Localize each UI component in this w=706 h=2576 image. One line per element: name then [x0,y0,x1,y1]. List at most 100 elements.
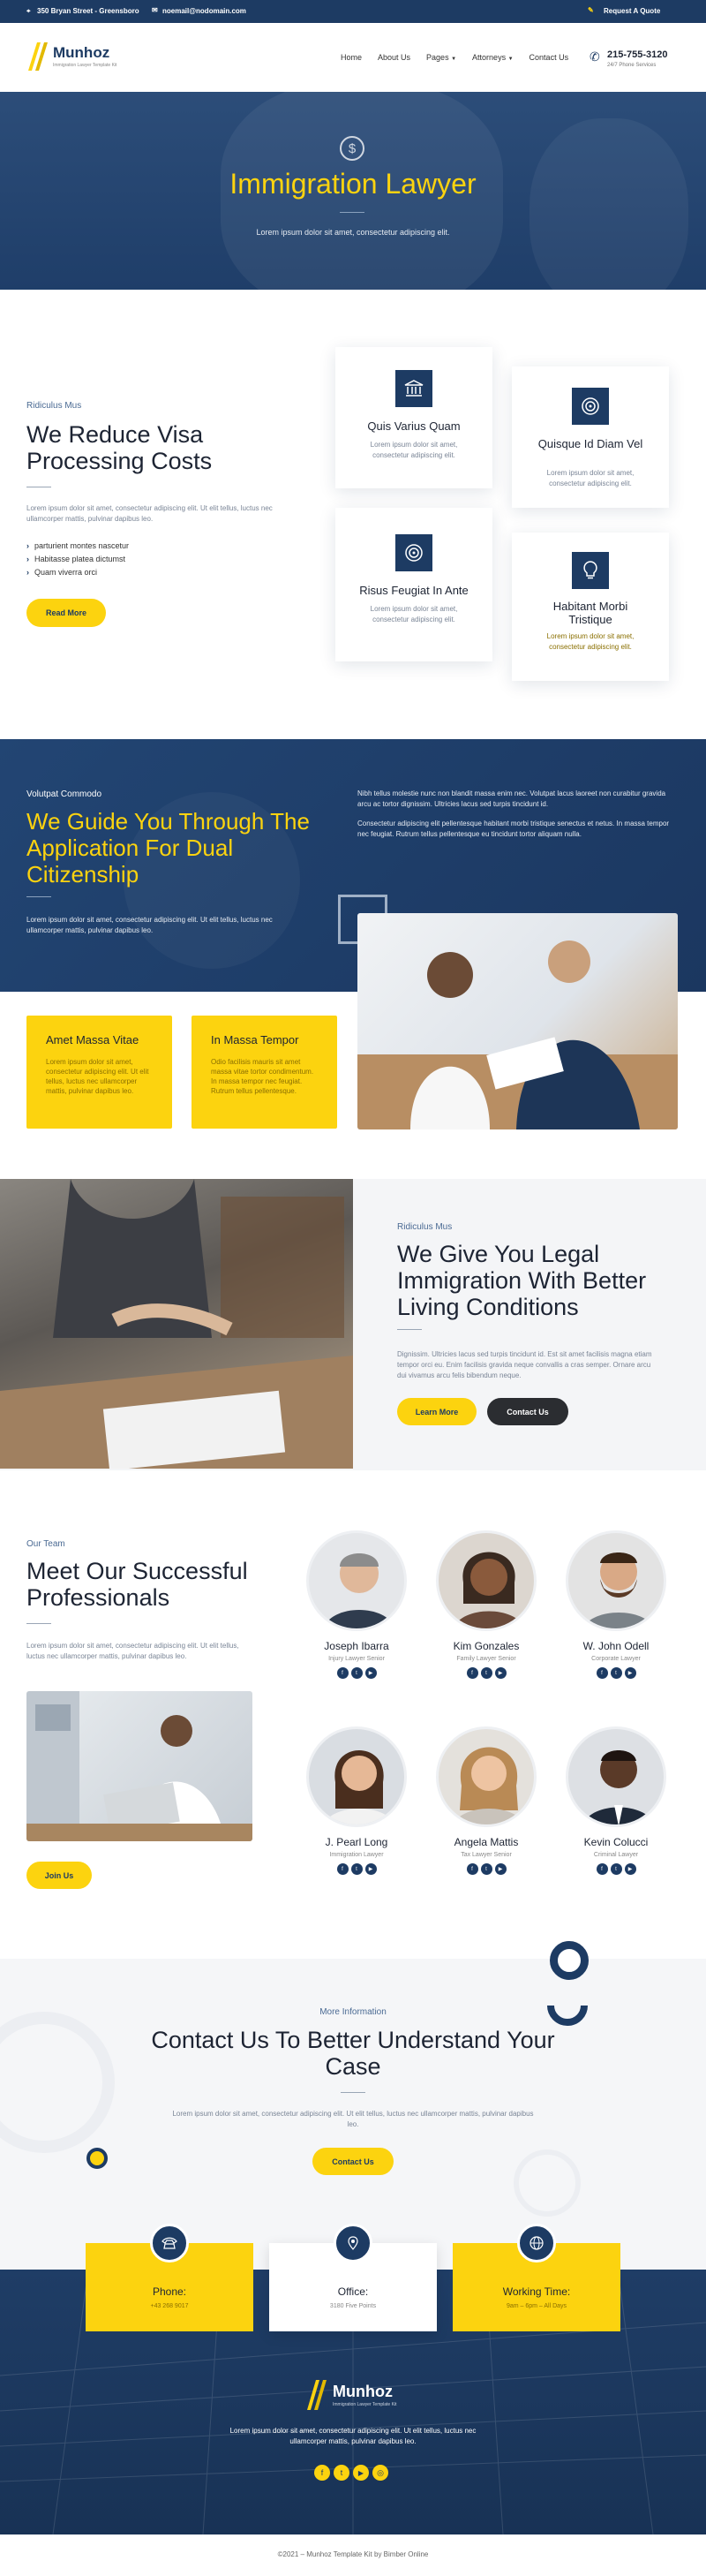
visa-kicker: Ridiculus Mus [26,401,82,411]
youtube-icon[interactable]: ▶ [494,1667,507,1679]
member-name: W. John Odell [582,1640,650,1652]
footer-logo-icon[interactable] [305,2378,328,2412]
twitter-icon[interactable]: t [480,1667,492,1679]
hero-divider [340,212,364,213]
learn-more-button[interactable]: Learn More [397,1398,477,1425]
member-name: J. Pearl Long [325,1836,388,1848]
card-text: Lorem ipsum dolor sit amet, consectetur … [370,605,458,623]
social-links: f t ▶ [304,1863,409,1875]
nav-about[interactable]: About Us [378,53,410,62]
twitter-icon[interactable]: t [350,1863,363,1875]
brand-name[interactable]: Munhoz [53,44,109,62]
team-member[interactable]: Kim Gonzales Family Lawyer Senior f t ▶ [433,1530,539,1679]
info-title: Phone: [152,2285,187,2298]
twitter-icon[interactable]: t [610,1863,622,1875]
bulb-icon [572,552,609,589]
card-text: Lorem ipsum dolor sit amet, consectetur … [546,469,635,487]
join-us-button[interactable]: Join Us [26,1862,92,1889]
youtube-icon[interactable]: ▶ [353,2465,369,2481]
team-member[interactable]: J. Pearl Long Immigration Lawyer f t ▶ [304,1726,409,1875]
service-card[interactable]: Quisque Id Diam Vel Lorem ipsum dolor si… [512,366,669,508]
info-value: +43 268 9017 [150,2303,189,2309]
topbar-email[interactable]: noemail@nodomain.com [162,7,246,15]
service-card-highlighted[interactable]: Habitant Morbi Tristique Lorem ipsum dol… [512,533,669,681]
facebook-icon[interactable]: f [336,1863,349,1875]
legal-kicker: Ridiculus Mus [397,1222,453,1232]
header-phone[interactable]: 215-755-3120 [607,49,668,60]
chat-icon: ✎ [588,6,594,14]
team-member[interactable]: Joseph Ibarra Injury Lawyer Senior f t ▶ [304,1530,409,1679]
facebook-icon[interactable]: f [466,1863,478,1875]
card-title: Quisque Id Diam Vel [537,437,643,450]
youtube-icon[interactable]: ▶ [364,1667,377,1679]
avatar [436,1530,537,1631]
team-member[interactable]: Kevin Colucci Criminal Lawyer f t ▶ [563,1726,669,1875]
nav-pages[interactable]: Pages ▼ [426,53,456,62]
dual-title: We Guide You Through The Application For… [26,808,310,888]
consultation-photo [357,913,678,1129]
social-links: f t ▶ [433,1667,539,1679]
read-more-button[interactable]: Read More [26,599,106,627]
facebook-icon[interactable]: f [596,1667,608,1679]
office-photo [26,1691,252,1841]
deco-dot [86,2148,108,2169]
youtube-icon[interactable]: ▶ [364,1863,377,1875]
contact-us-button[interactable]: Contact Us [487,1398,568,1425]
handshake-photo [0,1179,353,1469]
member-role: Tax Lawyer Senior [461,1852,512,1858]
hero-bg-figure-2 [530,118,688,290]
facebook-icon[interactable]: f [314,2465,330,2481]
facebook-icon[interactable]: f [596,1863,608,1875]
member-name: Angela Mattis [454,1836,519,1848]
phone-icon: ✆ [590,49,600,64]
logo-icon[interactable] [26,41,49,72]
youtube-icon[interactable]: ▶ [624,1863,636,1875]
nav-contact[interactable]: Contact Us [530,53,569,62]
hero-subtitle: Lorem ipsum dolor sit amet, consectetur … [256,228,450,237]
info-title: Working Time: [502,2285,571,2298]
facebook-icon[interactable]: f [466,1667,478,1679]
member-role: Corporate Lawyer [591,1656,641,1662]
feature-text: Lorem ipsum dolor sit amet, consectetur … [46,1058,149,1095]
feature-title: Amet Massa Vitae [46,1033,139,1046]
globe-icon [517,2224,556,2262]
twitter-icon[interactable]: t [350,1667,363,1679]
feature-box[interactable]: In Massa Tempor Odio facilisis mauris si… [192,1016,337,1129]
twitter-icon[interactable]: t [334,2465,349,2481]
header-phone-sub: 24/7 Phone Services [607,63,657,68]
card-title: Risus Feugiat In Ante [359,584,469,597]
info-card-hours[interactable]: Working Time: 9am – 6pm – All Days [453,2224,620,2331]
info-card-phone[interactable]: Phone: +43 268 9017 [86,2224,253,2331]
location-icon [334,2224,372,2262]
team-member[interactable]: Angela Mattis Tax Lawyer Senior f t ▶ [433,1726,539,1875]
avatar [306,1530,407,1631]
twitter-icon[interactable]: t [610,1667,622,1679]
request-quote-link[interactable]: Request A Quote [604,7,660,15]
instagram-icon[interactable]: ◎ [372,2465,388,2481]
member-name: Joseph Ibarra [324,1640,389,1652]
feature-box[interactable]: Amet Massa Vitae Lorem ipsum dolor sit a… [26,1016,172,1129]
contact-us-cta-button[interactable]: Contact Us [312,2148,394,2175]
facebook-icon[interactable]: f [336,1667,349,1679]
nav-home[interactable]: Home [341,53,362,62]
service-card[interactable]: Quis Varius Quam Lorem ipsum dolor sit a… [335,347,492,488]
team-title: Meet Our Successful Professionals [26,1558,248,1611]
footer-brand-name[interactable]: Munhoz [333,2383,393,2401]
deco-ring [0,2012,115,2153]
service-card[interactable]: Risus Feugiat In Ante Lorem ipsum dolor … [335,508,492,661]
card-title: Quis Varius Quam [367,419,461,433]
team-member[interactable]: W. John Odell Corporate Lawyer f t ▶ [563,1530,669,1679]
chevron-down-icon: ▼ [507,57,514,62]
youtube-icon[interactable]: ▶ [494,1863,507,1875]
main-nav: Home About Us Pages ▼ Attorneys ▼ Contac… [341,53,568,62]
footer-text: Lorem ipsum dolor sit amet, consectetur … [229,2427,477,2445]
legal-divider [397,1329,422,1330]
youtube-icon[interactable]: ▶ [624,1667,636,1679]
team-divider [26,1623,51,1624]
dual-kicker: Volutpat Commodo [26,789,102,799]
avatar [566,1530,666,1631]
nav-attorneys[interactable]: Attorneys ▼ [472,53,514,62]
check-item: parturient montes nascetur [26,541,129,550]
info-card-office[interactable]: Office: 3180 Five Points [269,2224,437,2331]
twitter-icon[interactable]: t [480,1863,492,1875]
